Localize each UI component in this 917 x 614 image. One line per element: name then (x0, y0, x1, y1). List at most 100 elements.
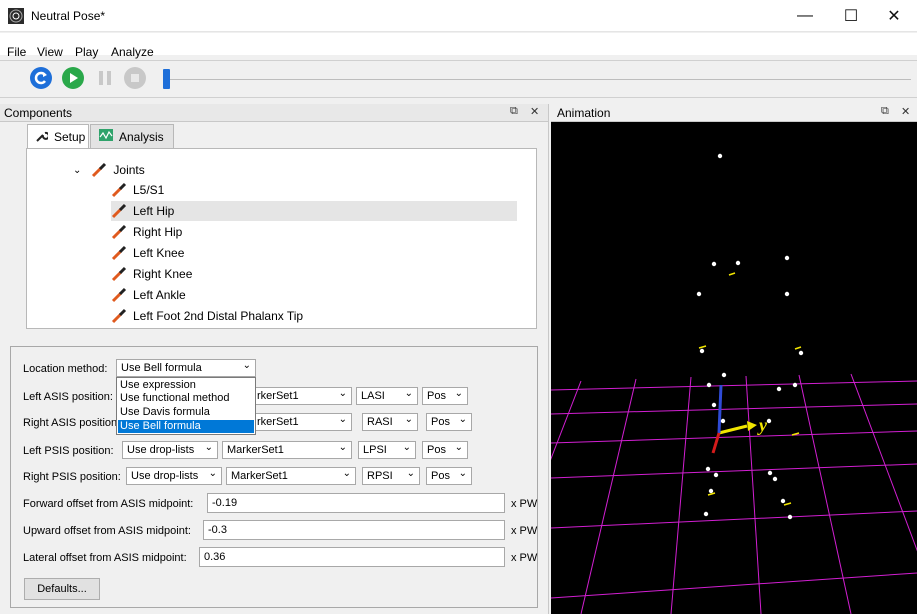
right-asis-label: Right ASIS position (23, 417, 118, 429)
markerset-value: MarkerSet1 (227, 444, 284, 456)
tree-item-left-hip[interactable]: Left Hip (111, 201, 517, 221)
title-bar: Neutral Pose* — ☐ ✕ (0, 0, 917, 32)
tree-item-label: Left Ankle (133, 288, 186, 302)
tree-item-joints[interactable]: ⌄ Joints (73, 160, 145, 180)
animation-viewport[interactable]: y (551, 123, 917, 614)
marker-value: RASI (367, 416, 393, 428)
left-psis-markerset-select[interactable]: MarkerSet1 ⌄ (222, 441, 352, 459)
float-icon[interactable]: ⧉ (881, 105, 889, 118)
menu-bar: File View Play Analyze (0, 33, 917, 59)
joint-icon (111, 308, 127, 324)
joint-icon (111, 245, 127, 261)
menu-file[interactable]: File (7, 45, 26, 59)
tree-item-left-foot-tip[interactable]: Left Foot 2nd Distal Phalanx Tip (111, 306, 517, 326)
tree-item-l5-s1[interactable]: L5/S1 (111, 180, 517, 200)
location-method-label: Location method: (23, 363, 108, 375)
right-psis-marker-select[interactable]: RPSI ⌄ (362, 467, 420, 485)
lateral-offset-label: Lateral offset from ASIS midpoint: (23, 552, 187, 564)
source-value: Use drop-lists (127, 444, 195, 456)
chevron-down-icon: ⌄ (458, 414, 467, 425)
tree-item-left-ankle[interactable]: Left Ankle (111, 285, 517, 305)
chevron-down-icon: ⌄ (208, 468, 217, 479)
attr-value: Pos (427, 444, 446, 456)
lateral-offset-input[interactable]: 0.36 (199, 547, 505, 567)
chevron-down-icon: ⌄ (458, 468, 467, 479)
left-psis-marker-select[interactable]: LPSI ⌄ (358, 441, 416, 459)
location-method-value: Use Bell formula (121, 362, 202, 374)
option-use-functional-method[interactable]: Use functional method (118, 392, 254, 405)
float-icon[interactable]: ⧉ (510, 105, 518, 118)
location-method-select[interactable]: Use Bell formula ⌄ (116, 359, 256, 377)
markerset-value: rkerSet1 (257, 390, 299, 402)
source-value: Use drop-lists (131, 470, 199, 482)
upward-offset-value: -0.3 (208, 524, 227, 536)
joint-icon (111, 182, 127, 198)
menu-play[interactable]: Play (75, 45, 98, 59)
chevron-down-icon: ⌄ (402, 442, 411, 453)
marker-value: LPSI (363, 444, 387, 456)
chevron-down-icon: ⌄ (454, 442, 463, 453)
tree-item-right-knee[interactable]: Right Knee (111, 264, 517, 284)
chevron-down-icon: ⌄ (342, 468, 351, 479)
app-icon (8, 8, 24, 24)
tab-analysis[interactable]: Analysis (90, 124, 174, 148)
attr-value: Pos (431, 416, 450, 428)
left-asis-attr-select[interactable]: Pos ⌄ (422, 387, 468, 405)
upward-offset-input[interactable]: -0.3 (203, 520, 505, 540)
tree-item-label: Left Foot 2nd Distal Phalanx Tip (133, 309, 304, 323)
maximize-button[interactable]: ☐ (828, 0, 874, 32)
timeline-handle[interactable] (163, 69, 170, 89)
close-icon[interactable]: ✕ (901, 105, 910, 118)
play-icon[interactable] (62, 67, 84, 89)
stop-icon[interactable] (124, 67, 146, 89)
markerset-value: rkerSet1 (257, 416, 299, 428)
right-asis-marker-select[interactable]: RASI ⌄ (362, 413, 418, 431)
tree-item-label: Right Knee (133, 267, 193, 281)
joint-icon (111, 287, 127, 303)
chevron-down-icon: ⌄ (404, 414, 413, 425)
upward-offset-unit: x PW (511, 525, 538, 537)
y-axis-label: y (757, 415, 768, 435)
option-use-davis-formula[interactable]: Use Davis formula (118, 406, 254, 419)
right-psis-source-select[interactable]: Use drop-lists ⌄ (126, 467, 222, 485)
pause-icon[interactable] (94, 67, 116, 89)
left-psis-label: Left PSIS position: (23, 445, 114, 457)
chevron-down-icon[interactable]: ⌄ (73, 165, 81, 176)
joint-icon (111, 266, 127, 282)
option-use-expression[interactable]: Use expression (118, 379, 254, 392)
left-psis-attr-select[interactable]: Pos ⌄ (422, 441, 468, 459)
marker-value: LASI (361, 390, 385, 402)
refresh-icon[interactable] (30, 67, 52, 89)
close-button[interactable]: ✕ (871, 0, 917, 32)
tree-item-left-knee[interactable]: Left Knee (111, 243, 517, 263)
chevron-down-icon: ⌄ (204, 442, 213, 453)
forward-offset-input[interactable]: -0.19 (207, 493, 505, 513)
animation-title: Animation (557, 106, 611, 120)
markerset-value: MarkerSet1 (231, 470, 288, 482)
right-psis-label: Right PSIS position: (23, 471, 121, 483)
left-asis-label: Left ASIS position: (23, 391, 113, 403)
tree-item-label: Left Knee (133, 246, 185, 260)
left-psis-source-select[interactable]: Use drop-lists ⌄ (122, 441, 218, 459)
markers (696, 153, 804, 520)
window-title: Neutral Pose* (31, 9, 106, 23)
marker-value: RPSI (367, 470, 393, 482)
component-tree: ⌄ Joints L5/S1 Left Hip Right Hip Left K… (26, 148, 537, 329)
minimize-button[interactable]: — (782, 0, 828, 32)
right-psis-markerset-select[interactable]: MarkerSet1 ⌄ (226, 467, 356, 485)
menu-analyze[interactable]: Analyze (111, 45, 154, 59)
chevron-down-icon: ⌄ (454, 388, 463, 399)
tab-setup[interactable]: Setup (27, 124, 89, 149)
option-use-bell-formula[interactable]: Use Bell formula (118, 420, 254, 433)
right-psis-attr-select[interactable]: Pos ⌄ (426, 467, 472, 485)
timeline-track[interactable] (166, 79, 911, 80)
lateral-offset-value: 0.36 (204, 551, 226, 563)
tab-analysis-label: Analysis (119, 129, 164, 144)
menu-view[interactable]: View (37, 45, 63, 59)
tree-item-right-hip[interactable]: Right Hip (111, 222, 517, 242)
location-method-dropdown[interactable]: Use expression Use functional method Use… (116, 377, 256, 435)
left-asis-marker-select[interactable]: LASI ⌄ (356, 387, 418, 405)
defaults-button[interactable]: Defaults... (24, 578, 100, 600)
close-icon[interactable]: ✕ (530, 105, 539, 118)
right-asis-attr-select[interactable]: Pos ⌄ (426, 413, 472, 431)
